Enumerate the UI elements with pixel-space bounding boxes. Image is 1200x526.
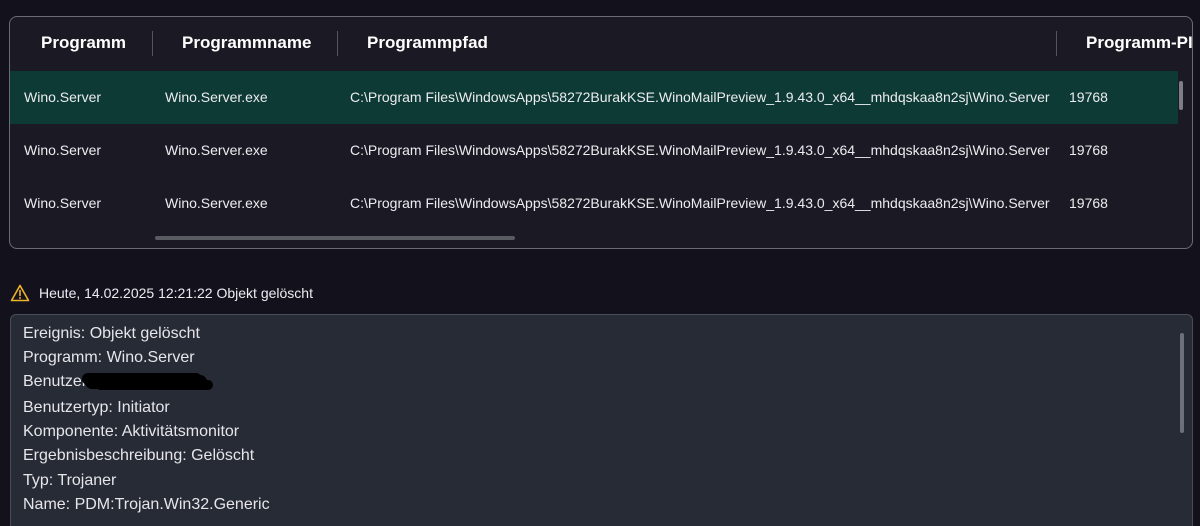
cell-pid: 19768 xyxy=(1069,195,1108,211)
table-row[interactable]: Wino.Server Wino.Server.exe C:\Program F… xyxy=(10,177,1178,230)
detail-ergebnisbeschreibung: Ergebnisbeschreibung: Gelöscht xyxy=(23,447,255,464)
column-separator[interactable] xyxy=(152,31,153,56)
cell-programm: Wino.Server xyxy=(24,89,102,105)
cell-programm: Wino.Server xyxy=(24,195,102,211)
detail-komponente: Komponente: Aktivitätsmonitor xyxy=(23,423,240,440)
table-horizontal-scrollbar[interactable] xyxy=(155,236,515,240)
cell-programmpfad: C:\Program Files\WindowsApps\58272BurakK… xyxy=(350,89,1050,105)
warning-icon xyxy=(10,284,30,302)
cell-programm: Wino.Server xyxy=(24,142,102,158)
process-table: Programm Programmname Programmpfad Progr… xyxy=(9,16,1193,249)
column-header-programmpfad[interactable]: Programmpfad xyxy=(367,17,488,69)
event-entry[interactable]: Heute, 14.02.2025 12:21:22 Objekt gelösc… xyxy=(10,280,313,306)
details-vertical-scrollbar[interactable] xyxy=(1180,333,1184,433)
column-separator[interactable] xyxy=(337,31,338,56)
cell-programmpfad: C:\Program Files\WindowsApps\58272BurakK… xyxy=(350,195,1050,211)
cell-programmpfad: C:\Program Files\WindowsApps\58272BurakK… xyxy=(350,142,1050,158)
detail-benutzertyp: Benutzertyp: Initiator xyxy=(23,399,170,416)
cell-programmname: Wino.Server.exe xyxy=(165,89,268,105)
cell-programmname: Wino.Server.exe xyxy=(165,195,268,211)
column-header-programm-pid[interactable]: Programm-PII xyxy=(1086,17,1192,69)
cell-pid: 19768 xyxy=(1069,89,1108,105)
column-header-programm[interactable]: Programm xyxy=(41,17,126,69)
detail-benutzer: Benutzer: xyxy=(23,373,208,391)
cell-pid: 19768 xyxy=(1069,142,1108,158)
event-summary: Heute, 14.02.2025 12:21:22 Objekt gelösc… xyxy=(39,285,313,301)
column-separator[interactable] xyxy=(1056,31,1057,56)
table-body: Wino.Server Wino.Server.exe C:\Program F… xyxy=(10,71,1178,230)
redaction-mark xyxy=(85,374,208,389)
table-row[interactable]: Wino.Server Wino.Server.exe C:\Program F… xyxy=(10,124,1178,177)
event-details-panel: Ereignis: Objekt gelöscht Programm: Wino… xyxy=(10,314,1193,526)
table-row[interactable]: Wino.Server Wino.Server.exe C:\Program F… xyxy=(10,71,1178,124)
detail-benutzer-label: Benutzer: xyxy=(23,373,92,390)
table-header: Programm Programmname Programmpfad Progr… xyxy=(10,17,1192,69)
detail-programm: Programm: Wino.Server xyxy=(23,349,195,366)
detail-ereignis: Ereignis: Objekt gelöscht xyxy=(23,325,200,342)
table-vertical-scrollbar[interactable] xyxy=(1179,81,1183,110)
cell-programmname: Wino.Server.exe xyxy=(165,142,268,158)
detail-typ: Typ: Trojaner xyxy=(23,472,117,489)
detail-name: Name: PDM:Trojan.Win32.Generic xyxy=(23,496,270,513)
column-header-programmname[interactable]: Programmname xyxy=(182,17,311,69)
